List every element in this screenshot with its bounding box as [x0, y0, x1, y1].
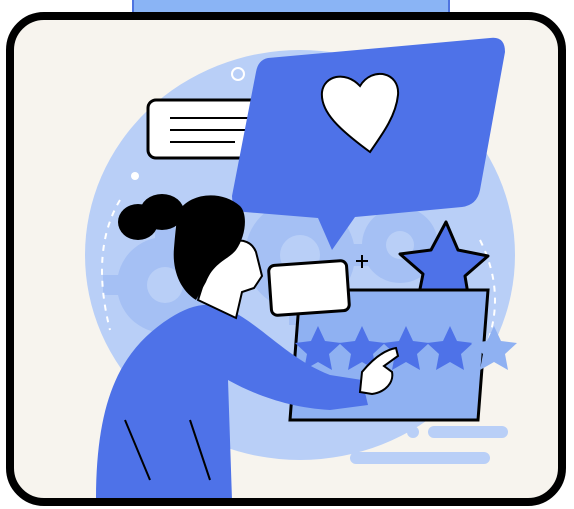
illustration-card [6, 12, 566, 506]
small-card [267, 259, 351, 317]
illustration-svg [85, 37, 517, 498]
deco-dot [131, 172, 139, 180]
